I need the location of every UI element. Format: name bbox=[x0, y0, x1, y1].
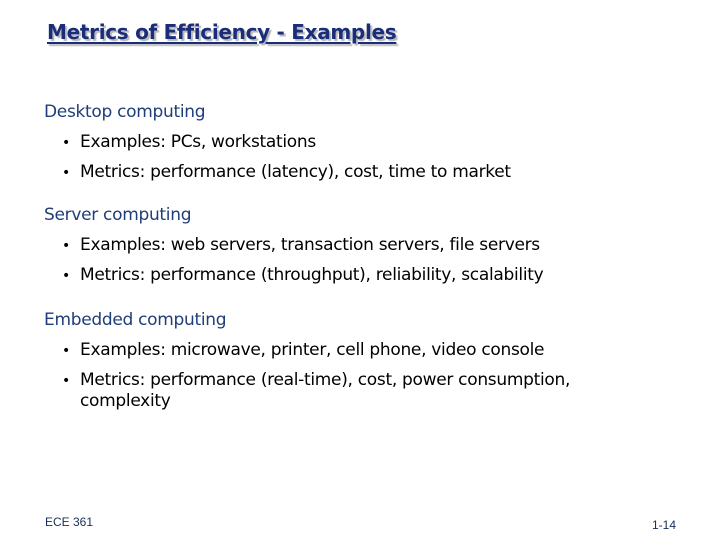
bullet-text: Metrics: performance (latency), cost, ti… bbox=[80, 162, 511, 182]
bullet-icon: • bbox=[62, 268, 70, 284]
bullet-text: Examples: PCs, workstations bbox=[80, 132, 316, 152]
bullet-icon: • bbox=[62, 135, 70, 151]
bullet-embedded-metrics: • Metrics: performance (real-time), cost… bbox=[62, 370, 602, 412]
bullet-server-examples: • Examples: web servers, transaction ser… bbox=[62, 235, 622, 257]
bullet-icon: • bbox=[62, 373, 70, 389]
section-heading-server: Server computing bbox=[44, 205, 192, 225]
bullet-server-metrics: • Metrics: performance (throughput), rel… bbox=[62, 265, 622, 287]
bullet-desktop-metrics: • Metrics: performance (latency), cost, … bbox=[62, 162, 622, 184]
bullet-desktop-examples: • Examples: PCs, workstations bbox=[62, 132, 622, 154]
bullet-embedded-examples: • Examples: microwave, printer, cell pho… bbox=[62, 340, 622, 362]
bullet-text: Examples: microwave, printer, cell phone… bbox=[80, 340, 545, 360]
bullet-text: Metrics: performance (real-time), cost, … bbox=[80, 370, 571, 411]
bullet-icon: • bbox=[62, 343, 70, 359]
bullet-text: Metrics: performance (throughput), relia… bbox=[80, 265, 544, 285]
footer-course: ECE 361 bbox=[45, 515, 94, 529]
slide-title: Metrics of Efficiency - Examples bbox=[47, 20, 397, 44]
bullet-text: Examples: web servers, transaction serve… bbox=[80, 235, 540, 255]
section-heading-desktop: Desktop computing bbox=[44, 102, 206, 122]
section-heading-embedded: Embedded computing bbox=[44, 310, 227, 330]
footer-page-number: 1-14 bbox=[652, 518, 677, 532]
bullet-icon: • bbox=[62, 238, 70, 254]
bullet-icon: • bbox=[62, 165, 70, 181]
